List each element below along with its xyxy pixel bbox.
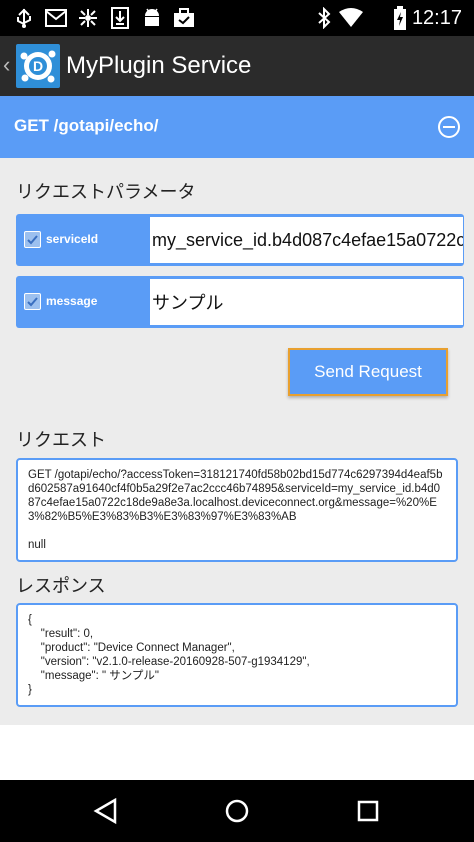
request-section-title: リクエスト	[16, 430, 106, 450]
svg-text:D: D	[33, 58, 43, 74]
message-input[interactable]	[150, 279, 463, 325]
endpoint-title: GET /gotapi/echo/	[14, 116, 159, 135]
clock: 12:17	[411, 7, 462, 29]
request-text: GET /gotapi/echo/?accessToken=318121740f…	[16, 458, 458, 562]
bluetooth-icon	[312, 6, 336, 30]
battery-charging-icon	[388, 6, 412, 30]
collapse-icon[interactable]	[437, 115, 461, 139]
home-icon[interactable]	[219, 793, 255, 829]
param-row-serviceid: serviceId	[16, 214, 464, 266]
download-icon	[108, 6, 132, 30]
param-row-message: message	[16, 276, 464, 328]
android-icon	[140, 6, 164, 30]
gmail-icon	[44, 6, 68, 30]
back-chevron-icon[interactable]: ‹	[3, 52, 10, 78]
message-checkbox[interactable]	[24, 293, 41, 310]
app-bar: ‹ D MyPlugin Service	[0, 36, 474, 96]
nav-bar	[0, 780, 474, 842]
endpoint-header[interactable]: GET /gotapi/echo/	[0, 96, 474, 158]
recents-icon[interactable]	[350, 793, 386, 829]
bottom-blank	[0, 725, 474, 780]
param-name: serviceId	[46, 232, 99, 246]
content-area: リクエストパラメータ serviceId message Send Reques…	[0, 158, 474, 725]
send-request-button[interactable]: Send Request	[288, 348, 448, 396]
app-logo[interactable]: D	[16, 44, 60, 88]
serviceid-checkbox[interactable]	[24, 231, 41, 248]
briefcase-check-icon	[172, 6, 196, 30]
app-title: MyPlugin Service	[66, 52, 252, 79]
usb-icon	[12, 6, 36, 30]
back-icon[interactable]	[87, 793, 123, 829]
param-name: message	[46, 294, 98, 308]
response-text: { "result": 0, "product": "Device Connec…	[16, 603, 458, 707]
response-section-title: レスポンス	[16, 576, 106, 596]
serviceid-input[interactable]	[150, 217, 463, 263]
network-icon	[76, 6, 100, 30]
params-section-title: リクエストパラメータ	[16, 182, 196, 202]
wifi-icon	[338, 6, 364, 30]
status-bar: 12:17	[0, 0, 474, 36]
